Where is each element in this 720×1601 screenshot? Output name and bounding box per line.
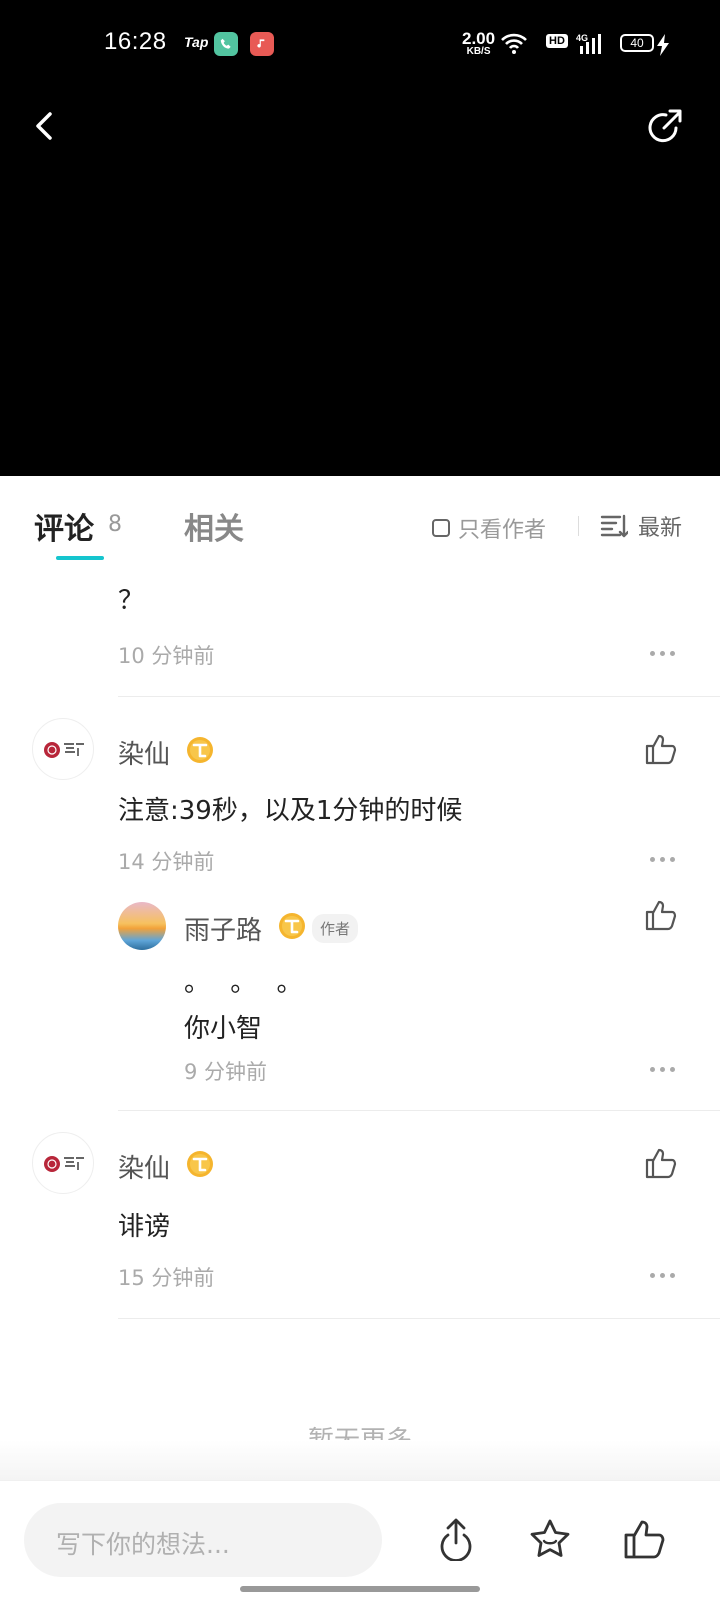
tab-related[interactable]: 相关: [184, 504, 244, 548]
comment-username[interactable]: 染仙: [118, 734, 170, 771]
status-time: 16:28: [104, 28, 167, 55]
comment-text: 诽谤: [118, 1212, 171, 1242]
thumb-up-icon[interactable]: [622, 1517, 666, 1561]
video-area[interactable]: 16:28 Tap 2.00 KB/S HD 4G 40: [0, 0, 720, 476]
phone-app-icon: [214, 32, 238, 56]
comment-separator: [118, 1318, 720, 1319]
divider: [578, 516, 579, 536]
comment-count: 8: [108, 512, 122, 537]
hd-indicator: HD: [546, 34, 568, 48]
upload-icon[interactable]: [434, 1517, 478, 1561]
comment-separator: [118, 1110, 720, 1111]
more-icon[interactable]: [650, 854, 682, 864]
back-icon[interactable]: [26, 106, 66, 146]
comment-text: 注意:39秒，以及1分钟的时候: [118, 796, 463, 826]
signal-icon: 4G: [576, 33, 601, 54]
wifi-icon: [501, 33, 527, 54]
comment-username[interactable]: 染仙: [118, 1148, 170, 1185]
active-tab-indicator: [56, 556, 104, 560]
like-icon[interactable]: [644, 732, 678, 766]
sort-button[interactable]: 最新: [600, 510, 682, 542]
reply-username[interactable]: 雨子路: [184, 910, 262, 947]
status-bar: 16:28 Tap 2.00 KB/S HD 4G 40: [0, 0, 720, 90]
share-icon[interactable]: [646, 106, 686, 146]
bottom-bar: 写下你的想法...: [0, 1480, 720, 1601]
sort-label: 最新: [638, 516, 683, 541]
tab-comments[interactable]: 评论: [34, 504, 94, 548]
like-icon[interactable]: [644, 898, 678, 932]
avatar[interactable]: [32, 1132, 94, 1194]
input-placeholder: 写下你的想法...: [56, 1530, 230, 1559]
avatar[interactable]: [118, 902, 166, 950]
battery-indicator: 40: [620, 34, 654, 52]
comment-separator: [118, 696, 720, 697]
comment-time: 10 分钟前: [118, 644, 215, 668]
home-indicator[interactable]: [240, 1586, 480, 1592]
comment-text: ？: [118, 586, 145, 616]
sort-icon: [600, 514, 628, 538]
badge-icon: [187, 737, 213, 763]
avatar-logo: [44, 1156, 84, 1172]
net-speed: 2.00 KB/S: [462, 29, 496, 57]
reply-time: 9 分钟前: [184, 1060, 268, 1084]
comment-time: 14 分钟前: [118, 850, 215, 874]
checkbox-icon[interactable]: [432, 519, 450, 537]
bottom-fade: [0, 1440, 720, 1480]
badge-icon: [187, 1151, 213, 1177]
author-tag: 作者: [312, 914, 359, 943]
tap-app-icon: Tap: [184, 34, 209, 50]
comment-tabs: 评论 8 相关 只看作者 最新: [0, 476, 720, 568]
avatar[interactable]: [32, 718, 94, 780]
charging-icon: [657, 34, 669, 56]
star-icon[interactable]: [528, 1517, 572, 1561]
comment-time: 15 分钟前: [118, 1266, 215, 1290]
more-icon[interactable]: [650, 1064, 682, 1074]
author-only-label: 只看作者: [458, 518, 547, 543]
comment-input[interactable]: 写下你的想法...: [24, 1503, 382, 1577]
network-type-label: 4G: [576, 33, 588, 43]
more-icon[interactable]: [650, 648, 682, 658]
more-icon[interactable]: [650, 1270, 682, 1280]
reply-text-line: 。 。 。: [184, 968, 309, 998]
badge-icon: [279, 913, 305, 939]
author-only-filter[interactable]: 只看作者: [432, 512, 546, 544]
avatar-logo: [44, 742, 84, 758]
like-icon[interactable]: [644, 1146, 678, 1180]
reply-text-line: 你小智: [184, 1014, 263, 1044]
music-app-icon: [250, 32, 274, 56]
